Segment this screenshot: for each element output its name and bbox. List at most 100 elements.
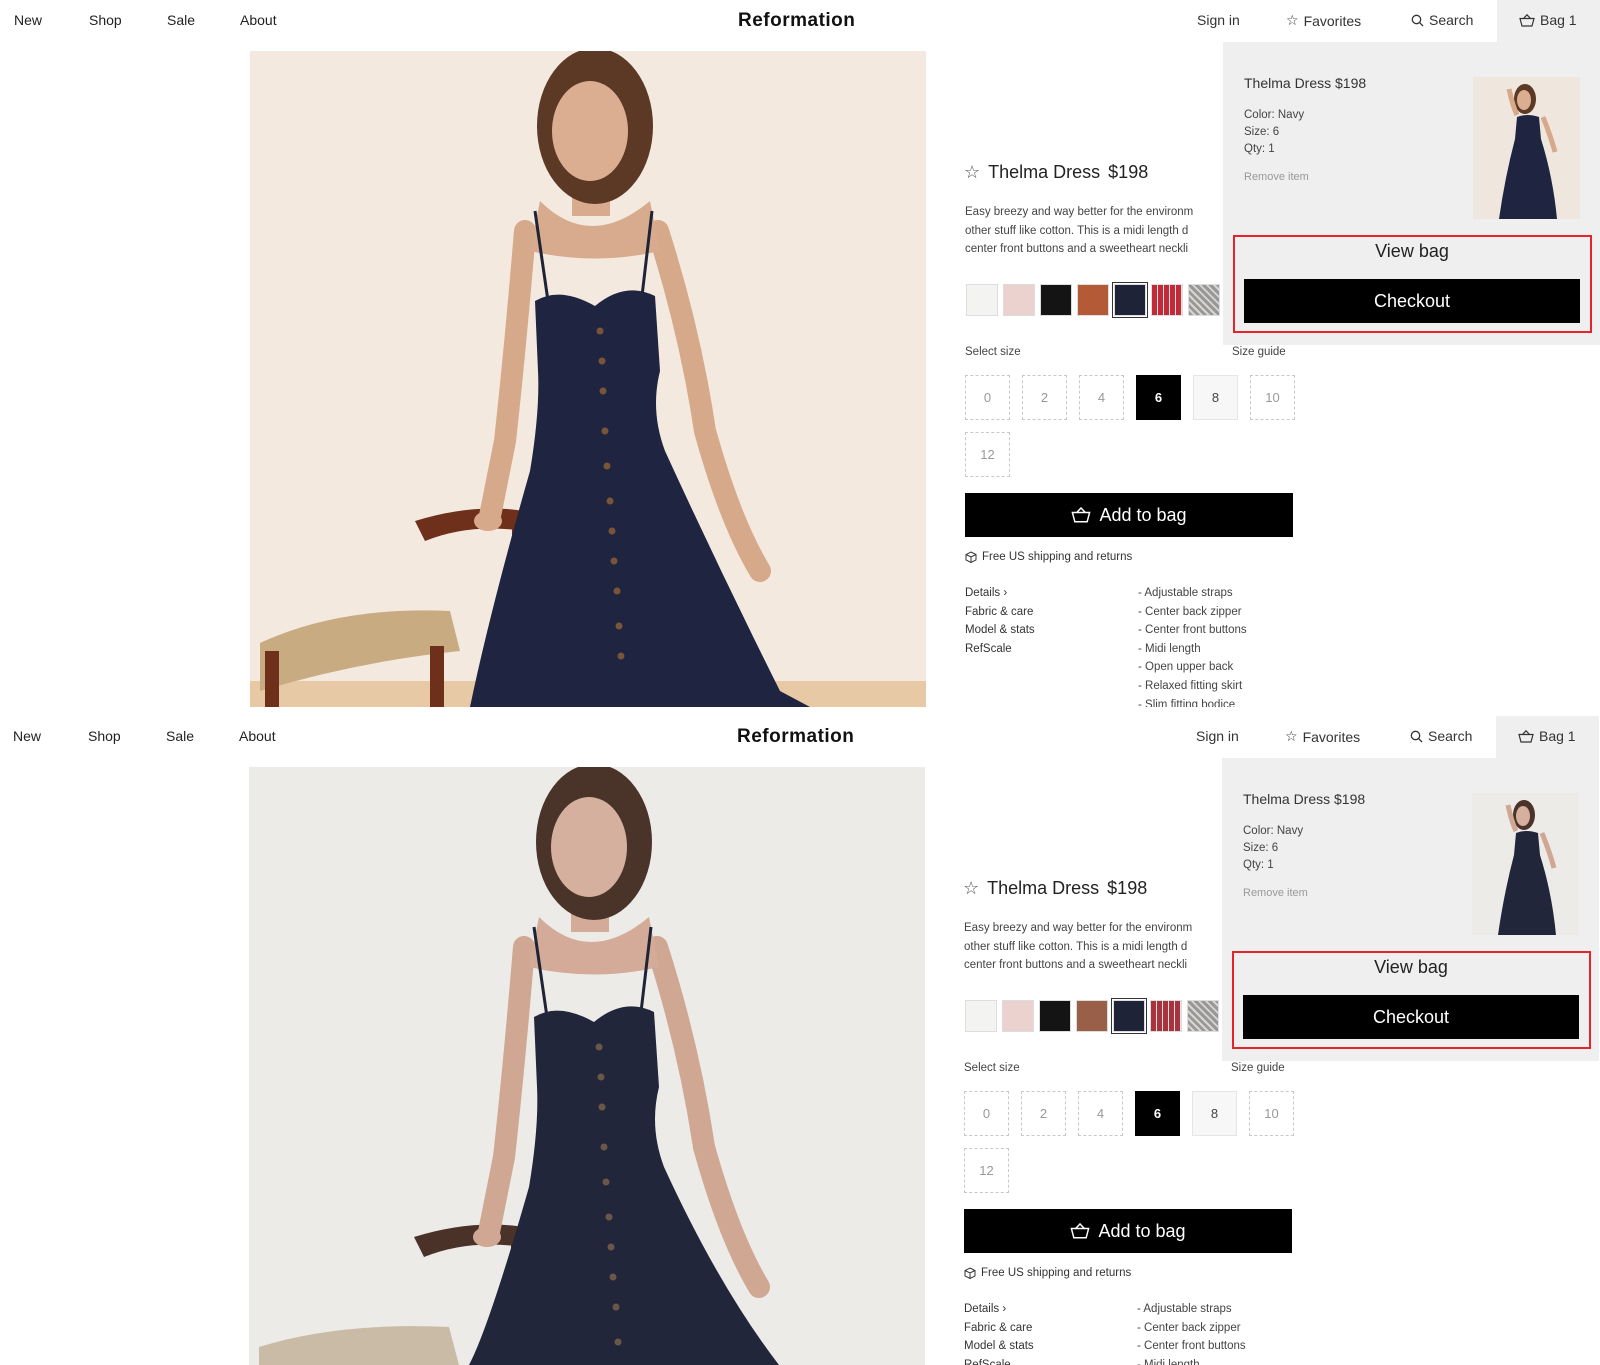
box-icon xyxy=(964,1267,976,1279)
search-link[interactable]: Search xyxy=(1411,12,1473,28)
size-option[interactable]: 2 xyxy=(1021,1091,1066,1136)
favorites-link[interactable]: ☆ Favorites xyxy=(1286,12,1361,29)
size-option[interactable]: 2 xyxy=(1022,375,1067,420)
size-option[interactable]: 4 xyxy=(1079,375,1124,420)
nav-new[interactable]: New xyxy=(13,728,41,744)
swatch-blush[interactable] xyxy=(1003,284,1035,316)
size-option[interactable]: 12 xyxy=(965,432,1010,477)
product-price: $198 xyxy=(1108,162,1149,182)
sign-in-link[interactable]: Sign in xyxy=(1197,12,1240,28)
swatch-white[interactable] xyxy=(965,1000,997,1032)
size-guide-link[interactable]: Size guide xyxy=(1232,346,1286,358)
product-title: ☆ Thelma Dress $198 xyxy=(964,162,1148,183)
tab-fabric-care[interactable]: Fabric & care xyxy=(965,603,1035,622)
nav-about[interactable]: About xyxy=(240,12,277,28)
swatch-white[interactable] xyxy=(966,284,998,316)
size-option[interactable]: 8 xyxy=(1192,1091,1237,1136)
mini-bag-dropdown: Thelma Dress $198 Color: Navy Size: 6 Qt… xyxy=(1222,758,1599,1061)
add-to-bag-label: Add to bag xyxy=(1099,504,1187,525)
tab-model-stats[interactable]: Model & stats xyxy=(964,1337,1034,1356)
size-guide-link[interactable]: Size guide xyxy=(1231,1062,1285,1074)
item-qty: Qty: 1 xyxy=(1243,859,1274,871)
mini-bag-dropdown: Thelma Dress $198 Color: Navy Size: 6 Qt… xyxy=(1223,42,1600,345)
tab-refscale[interactable]: RefScale xyxy=(964,1356,1034,1365)
remove-item-link[interactable]: Remove item xyxy=(1243,887,1308,899)
swatch-grey-plaid[interactable] xyxy=(1188,284,1220,316)
basket-icon xyxy=(1519,13,1535,27)
size-option[interactable]: 10 xyxy=(1250,375,1295,420)
size-option[interactable]: 12 xyxy=(964,1148,1009,1193)
site-header: New Shop Sale About Reformation Sign in … xyxy=(0,0,1600,42)
bag-label: Bag 1 xyxy=(1539,728,1576,744)
bag-tab[interactable]: Bag 1 xyxy=(1497,0,1600,42)
tab-details[interactable]: Details › xyxy=(965,584,1035,603)
tab-model-stats[interactable]: Model & stats xyxy=(965,621,1035,640)
add-to-bag-button[interactable]: Add to bag xyxy=(964,1209,1292,1253)
bag-link[interactable]: Bag 1 xyxy=(1519,12,1577,28)
feature-item: - Center back zipper xyxy=(1138,605,1242,618)
size-option[interactable]: 0 xyxy=(965,375,1010,420)
size-option[interactable]: 8 xyxy=(1193,375,1238,420)
mini-bag-item-title: Thelma Dress $198 xyxy=(1243,791,1366,807)
size-option[interactable]: 10 xyxy=(1249,1091,1294,1136)
nav-new[interactable]: New xyxy=(14,12,42,28)
nav-sale[interactable]: Sale xyxy=(166,728,194,744)
tab-details-label: Details xyxy=(965,587,1001,599)
star-icon: ☆ xyxy=(1285,728,1298,744)
swatch-rust[interactable] xyxy=(1076,1000,1108,1032)
bag-tab[interactable]: Bag 1 xyxy=(1496,716,1599,758)
nav-sale[interactable]: Sale xyxy=(167,12,195,28)
checkout-button[interactable]: Checkout xyxy=(1244,279,1580,323)
search-label: Search xyxy=(1429,12,1474,28)
sign-in-link[interactable]: Sign in xyxy=(1196,728,1239,744)
item-qty: Qty: 1 xyxy=(1244,143,1275,155)
bag-link[interactable]: Bag 1 xyxy=(1518,728,1576,744)
favorites-link[interactable]: ☆ Favorites xyxy=(1285,728,1360,745)
swatch-blush[interactable] xyxy=(1002,1000,1034,1032)
select-size-label: Select size xyxy=(964,1062,1020,1074)
brand-logo[interactable]: Reformation xyxy=(737,726,854,748)
product-photo[interactable] xyxy=(250,51,926,707)
star-icon[interactable]: ☆ xyxy=(964,162,980,183)
tab-fabric-care[interactable]: Fabric & care xyxy=(964,1319,1034,1338)
size-option[interactable]: 4 xyxy=(1078,1091,1123,1136)
item-color: Color: Navy xyxy=(1243,825,1304,837)
swatch-black[interactable] xyxy=(1040,284,1072,316)
remove-item-link[interactable]: Remove item xyxy=(1244,171,1309,183)
nav-about[interactable]: About xyxy=(239,728,276,744)
shipping-text: Free US shipping and returns xyxy=(982,551,1133,563)
mini-bag-thumbnail xyxy=(1473,77,1580,219)
nav-shop[interactable]: Shop xyxy=(89,12,122,28)
size-option[interactable]: 0 xyxy=(964,1091,1009,1136)
feature-list: - Adjustable straps - Center back zipper… xyxy=(1137,1300,1246,1365)
tab-refscale[interactable]: RefScale xyxy=(965,640,1035,659)
size-selector: 0 2 4 6 8 10 12 xyxy=(964,1091,1304,1193)
view-bag-button[interactable]: View bag xyxy=(1243,953,1579,981)
star-icon[interactable]: ☆ xyxy=(963,878,979,899)
favorites-label: Favorites xyxy=(1302,728,1361,745)
nav-shop[interactable]: Shop xyxy=(88,728,121,744)
description-line: center front buttons and a sweetheart ne… xyxy=(965,243,1189,255)
swatch-black[interactable] xyxy=(1039,1000,1071,1032)
feature-item: - Open upper back xyxy=(1138,661,1234,674)
checkout-button[interactable]: Checkout xyxy=(1243,995,1579,1039)
swatch-red-plaid[interactable] xyxy=(1150,1000,1182,1032)
product-photo[interactable] xyxy=(249,767,925,1365)
size-option-selected[interactable]: 6 xyxy=(1135,1091,1180,1136)
search-link[interactable]: Search xyxy=(1410,728,1472,744)
add-to-bag-button[interactable]: Add to bag xyxy=(965,493,1293,537)
description-line: other stuff like cotton. This is a midi … xyxy=(965,224,1189,237)
swatch-navy[interactable] xyxy=(1112,282,1148,318)
detail-tabs: Details › Fabric & care Model & stats Re… xyxy=(964,1300,1034,1365)
view-bag-button[interactable]: View bag xyxy=(1244,237,1580,265)
basket-icon xyxy=(1071,507,1092,523)
swatch-grey-plaid[interactable] xyxy=(1187,1000,1219,1032)
swatch-red-plaid[interactable] xyxy=(1151,284,1183,316)
item-size: Size: 6 xyxy=(1243,842,1279,854)
size-option-selected[interactable]: 6 xyxy=(1136,375,1181,420)
swatch-rust[interactable] xyxy=(1077,284,1109,316)
tab-details[interactable]: Details › xyxy=(964,1300,1034,1319)
mini-bag-item-info: Color: Navy Size: 6 Qty: 1 xyxy=(1244,107,1304,158)
brand-logo[interactable]: Reformation xyxy=(738,10,855,32)
swatch-navy[interactable] xyxy=(1111,998,1147,1034)
